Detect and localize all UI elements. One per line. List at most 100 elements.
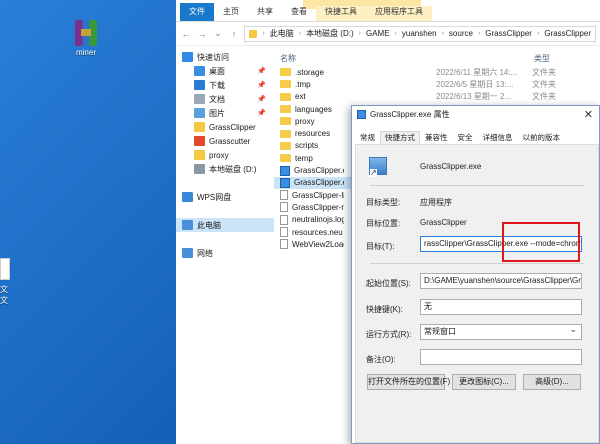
column-header-type[interactable]: 类型 — [534, 53, 550, 64]
tab-home[interactable]: 主页 — [214, 6, 248, 21]
tab-file[interactable]: 文件 — [180, 3, 214, 21]
file-name-cell: proxy — [274, 117, 344, 126]
hotkey-field[interactable]: 无 — [420, 299, 582, 315]
file-type: 文件夹 — [532, 67, 556, 77]
open-file-location-button[interactable]: 打开文件所在的位置(F) — [367, 374, 450, 390]
file-name: .tmp — [295, 79, 311, 89]
file-type: 文件夹 — [532, 79, 556, 89]
nav-item-label: 文档 — [209, 94, 225, 104]
nav-item-label: 图片 — [209, 108, 225, 118]
tab-general[interactable]: 常规 — [355, 131, 380, 144]
file-name: scripts — [295, 141, 319, 151]
file-row[interactable]: .tmp 2022/6/5 星期日 13:... 文件夹 — [274, 78, 600, 90]
file-name: GrassClipper-linu — [292, 190, 344, 200]
tab-app-tools[interactable]: 应用程序工具 — [366, 6, 432, 21]
file-name-cell: temp — [274, 154, 344, 163]
nav-item[interactable]: 下载 📌 — [176, 78, 274, 92]
nav-item[interactable]: 桌面 📌 — [176, 64, 274, 78]
divider — [370, 185, 584, 186]
nav-item-label: 本地磁盘 (D:) — [209, 164, 257, 174]
folder-icon — [194, 122, 205, 132]
tab-details[interactable]: 详细信息 — [478, 131, 518, 144]
archive-icon — [75, 20, 97, 46]
back-icon[interactable]: ← — [180, 29, 192, 39]
file-name-cell: resources — [274, 129, 344, 138]
tab-compatibility[interactable]: 兼容性 — [420, 131, 453, 144]
breadcrumb-source[interactable]: source — [449, 29, 473, 38]
file-row[interactable]: ext 2022/6/13 星期一 2... 文件夹 — [274, 91, 600, 103]
tab-shortcut[interactable]: 快捷方式 — [380, 131, 420, 144]
shortcut-filename: GrassClipper.exe — [420, 162, 482, 171]
column-headers: 名称 类型 — [274, 50, 600, 66]
advanced-button[interactable]: 高级(D)... — [523, 374, 581, 390]
start-in-field[interactable]: D:\GAME\yuanshen\source\GrassClipper\Gra… — [420, 273, 582, 289]
recent-dropdown-icon[interactable]: ⌄ — [212, 28, 224, 39]
shortcut-icon — [280, 177, 290, 188]
nav-item[interactable]: 文档 📌 — [176, 92, 274, 106]
navigation-pane: 快速访问 桌面 📌 下载 📌 文档 📌 图片 📌 GrassClipper Grasscutter p… — [176, 50, 274, 444]
breadcrumb-drive-d[interactable]: 本地磁盘 (D:) — [306, 28, 354, 39]
address-bar[interactable]: › 此电脑 › 本地磁盘 (D:) › GAME › yuanshen › so… — [244, 25, 596, 42]
file-row[interactable]: .storage 2022/6/11 星期六 14:... 文件夹 — [274, 66, 600, 78]
folder-icon — [280, 80, 291, 89]
change-icon-button[interactable]: 更改图标(C)... — [452, 374, 516, 390]
file-name-cell: .storage — [274, 68, 344, 77]
folder-icon — [194, 150, 205, 160]
file-name: proxy — [295, 116, 315, 126]
breadcrumb-grassclipper[interactable]: GrassClipper — [485, 29, 532, 38]
tab-share[interactable]: 共享 — [248, 6, 282, 21]
tab-view[interactable]: 查看 — [282, 6, 316, 21]
document-icon[interactable] — [0, 258, 10, 280]
nav-item[interactable]: 快速访问 — [176, 50, 274, 64]
chevron-right-icon: › — [441, 30, 444, 37]
nav-item[interactable]: WPS网盘 — [176, 190, 274, 204]
file-date: 2022/6/5 星期日 13:... — [436, 79, 514, 89]
computer-icon — [182, 220, 193, 230]
file-name: resources.neu — [292, 227, 343, 237]
file-name: GrassClipper-ma — [292, 202, 344, 212]
file-name: ext — [295, 92, 306, 102]
nav-item[interactable]: GrassClipper — [176, 120, 274, 134]
file-name: resources — [295, 129, 331, 139]
desktop-icon-miner[interactable]: miner — [66, 20, 106, 57]
run-select[interactable]: 常规窗口 — [420, 324, 582, 340]
nav-item[interactable]: 此电脑 — [176, 218, 274, 232]
exe-icon — [280, 165, 290, 176]
forward-icon[interactable]: → — [196, 29, 208, 39]
desktop-icon — [194, 66, 205, 76]
ribbon: 文件 主页 共享 查看 快捷工具 应用程序工具 — [176, 0, 600, 22]
tab-shortcut-tools[interactable]: 快捷工具 — [316, 6, 366, 21]
file-name-cell: GrassClipper-linu — [274, 190, 344, 201]
tab-previous-versions[interactable]: 以前的版本 — [518, 131, 566, 144]
nav-item[interactable]: proxy — [176, 148, 274, 162]
nav-item-label: GrassClipper — [209, 122, 256, 132]
drive-icon — [194, 164, 205, 174]
tab-security[interactable]: 安全 — [453, 131, 478, 144]
breadcrumb-game[interactable]: GAME — [366, 29, 390, 38]
app-icon — [194, 136, 205, 146]
comment-field[interactable] — [420, 349, 582, 365]
properties-dialog: GrassClipper.exe 属性 ✕ 常规 快捷方式 兼容性 安全 详细信… — [351, 105, 600, 444]
nav-item[interactable]: 图片 📌 — [176, 106, 274, 120]
nav-item-label: Grasscutter — [209, 136, 251, 146]
breadcrumb-this-pc[interactable]: 此电脑 — [270, 28, 294, 39]
nav-item[interactable]: 本地磁盘 (D:) — [176, 162, 274, 176]
dialog-title-bar: GrassClipper.exe 属性 — [352, 106, 599, 123]
file-name-cell: ext — [274, 92, 344, 101]
breadcrumb-grassclipper-current[interactable]: GrassClipper — [544, 29, 591, 38]
nav-item-label: 此电脑 — [197, 220, 221, 230]
shortcut-tab-panel: GrassClipper.exe 目标类型: 应用程序 目标位置: GrassC… — [355, 144, 599, 443]
desktop-clipped-text: 文 — [0, 296, 8, 305]
nav-item[interactable]: 网络 — [176, 246, 274, 260]
column-header-name[interactable]: 名称 — [274, 53, 534, 64]
up-icon[interactable]: ↑ — [228, 29, 240, 39]
download-icon — [194, 80, 205, 90]
close-icon[interactable]: ✕ — [584, 108, 593, 121]
breadcrumb-yuanshen[interactable]: yuanshen — [402, 29, 437, 38]
target-location-label: 目标位置: — [366, 219, 401, 228]
file-type: 文件夹 — [532, 92, 556, 102]
star-icon — [182, 52, 193, 62]
file-icon — [280, 214, 288, 225]
nav-item[interactable]: Grasscutter — [176, 134, 274, 148]
